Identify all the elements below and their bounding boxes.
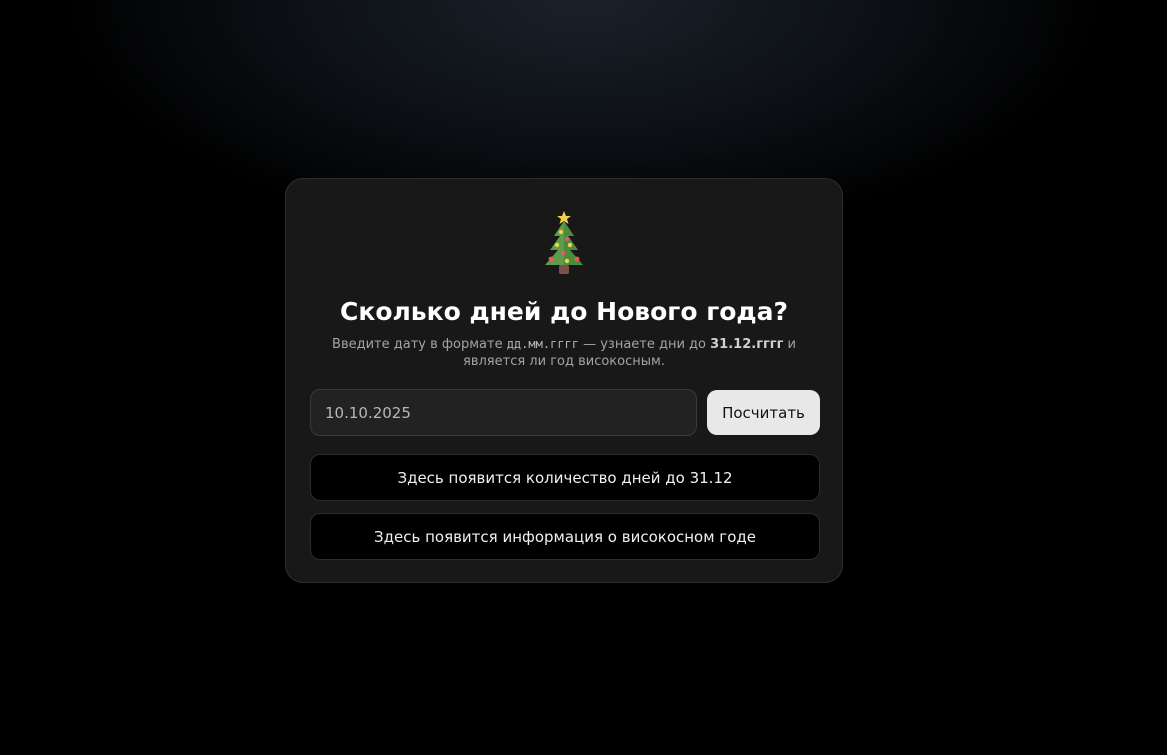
date-format-hint: дд.мм.гггг [506, 337, 579, 351]
days-result-box: Здесь появится количество дней до 31.12 [310, 454, 820, 501]
new-year-card: Сколько дней до Нового года? Введите дат… [285, 178, 843, 583]
leap-year-result-box: Здесь появится информация о високосном г… [310, 513, 820, 560]
leap-year-result-text: Здесь появится информация о високосном г… [374, 527, 756, 546]
instructions-part-2: — узнаете дни до [578, 337, 711, 352]
date-input[interactable] [310, 389, 697, 436]
instructions-part-1: Введите дату в формате [332, 337, 507, 352]
instructions-text: Введите дату в формате дд.мм.гггг — узна… [306, 336, 822, 370]
page-title: Сколько дней до Нового года? [340, 297, 788, 326]
days-result-text: Здесь появится количество дней до 31.12 [397, 468, 733, 487]
christmas-tree-icon [545, 211, 583, 274]
target-date-hint: 31.12.гггг [710, 337, 784, 352]
calculate-button[interactable]: Посчитать [707, 390, 820, 435]
